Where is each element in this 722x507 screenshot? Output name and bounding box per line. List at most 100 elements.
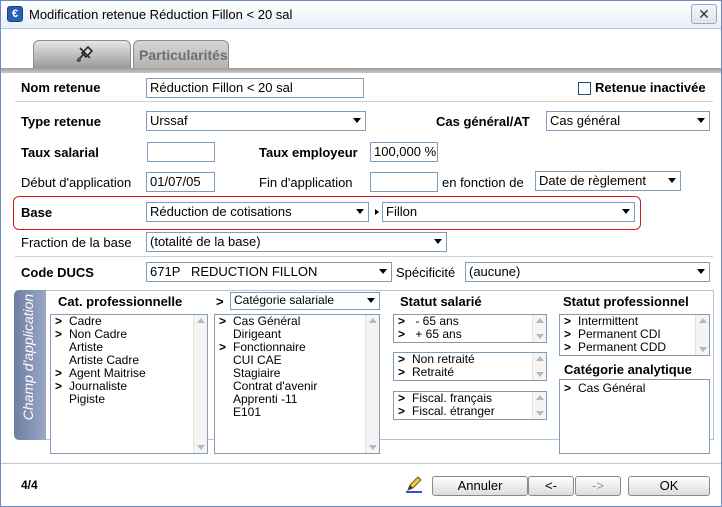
close-button[interactable]: ✕	[691, 4, 717, 24]
annuler-button[interactable]: Annuler	[432, 476, 528, 496]
selected-marker: >	[398, 327, 406, 341]
pencil-icon[interactable]	[404, 474, 424, 494]
base-sub-value: Fillon	[386, 204, 418, 219]
selected-marker: >	[398, 365, 406, 379]
list-item-label: Non Cadre	[69, 327, 128, 341]
tab-particularites[interactable]: Particularités	[133, 40, 229, 68]
scroll-down-icon[interactable]	[536, 411, 544, 416]
statut-fiscal-list[interactable]: > Fiscal. français > Fiscal. étranger	[393, 391, 547, 420]
list-item-label: + 65 ans	[412, 327, 462, 341]
selected-marker: >	[55, 327, 63, 341]
statut-pro-list[interactable]: > Intermittent > Permanent CDI > Permanent …	[559, 314, 710, 356]
statut-salarie-header: Statut salarié	[400, 294, 482, 309]
scroll-up-icon[interactable]	[369, 318, 377, 323]
cat-analytique-list[interactable]: > Cas Général	[559, 379, 710, 454]
fin-application-input[interactable]	[370, 172, 438, 192]
cat-sal-value: Catégorie salariale	[234, 293, 335, 307]
taux-employeur-input[interactable]: 100,000 %	[370, 142, 438, 162]
en-fonction-select[interactable]: Date de règlement	[535, 171, 681, 191]
scrollbar[interactable]	[695, 315, 709, 355]
scrollbar[interactable]	[532, 315, 546, 342]
scrollbar[interactable]	[532, 392, 546, 419]
chevron-down-icon	[379, 269, 387, 274]
specificite-value: (aucune)	[469, 264, 521, 279]
list-item[interactable]: Pigiste	[51, 393, 207, 406]
list-item[interactable]: > Permanent CDD	[560, 341, 709, 354]
fraction-select[interactable]: (totalité de la base)	[146, 232, 447, 252]
previous-button[interactable]: <-	[528, 476, 574, 496]
code-ducs-select[interactable]: 671P REDUCTION FILLON	[146, 262, 392, 282]
scroll-down-icon[interactable]	[197, 445, 205, 450]
separator	[15, 256, 713, 257]
list-item-label: Agent Maitrise	[69, 366, 146, 380]
chevron-down-icon	[697, 269, 705, 274]
retenue-inactivee-checkbox[interactable]	[578, 82, 591, 95]
scroll-down-icon[interactable]	[536, 334, 544, 339]
list-item[interactable]: > Cas Général	[560, 382, 709, 395]
list-item-label: Intermittent	[578, 314, 639, 328]
en-fonction-label: en fonction de	[442, 175, 524, 190]
scroll-up-icon[interactable]	[536, 356, 544, 361]
tab-general[interactable]	[33, 40, 131, 68]
taux-employeur-label: Taux employeur	[259, 145, 358, 160]
scrollbar[interactable]	[193, 315, 207, 453]
selected-marker: >	[219, 314, 227, 328]
list-item[interactable]: E101	[215, 406, 379, 419]
selected-marker: >	[398, 404, 406, 418]
next-button[interactable]: ->	[575, 476, 621, 496]
selected-marker: >	[564, 340, 572, 354]
chevron-right-icon	[375, 209, 379, 215]
specificite-select[interactable]: (aucune)	[465, 262, 710, 282]
statut-retraite-list[interactable]: > Non retraité > Retraité	[393, 352, 547, 381]
list-item-label: Artiste Cadre	[69, 353, 140, 367]
scrollbar[interactable]	[365, 315, 379, 453]
selected-marker: >	[564, 381, 572, 395]
list-item-label: Pigiste	[69, 392, 106, 406]
type-retenue-select[interactable]: Urssaf	[146, 111, 366, 131]
fraction-label: Fraction de la base	[21, 235, 132, 250]
scroll-up-icon[interactable]	[536, 395, 544, 400]
nom-retenue-input[interactable]: Réduction Fillon < 20 sal	[146, 78, 364, 98]
list-item-label: Fiscal. étranger	[412, 404, 495, 418]
cat-analytique-header: Catégorie analytique	[564, 362, 692, 377]
list-item[interactable]: > + 65 ans	[394, 328, 546, 341]
tab-divider	[1, 68, 721, 73]
separator	[15, 101, 713, 102]
cat-sal-list[interactable]: > Cas Général Dirigeant > Fonctionnaire CU…	[214, 314, 380, 454]
fraction-value: (totalité de la base)	[150, 234, 261, 249]
scroll-down-icon[interactable]	[369, 445, 377, 450]
scroll-down-icon[interactable]	[699, 347, 707, 352]
chevron-down-icon	[697, 118, 705, 123]
page-counter: 4/4	[21, 478, 38, 492]
list-item[interactable]: > Retraité	[394, 366, 546, 379]
cas-general-label: Cas général/AT	[436, 114, 530, 129]
base-value: Réduction de cotisations	[150, 204, 292, 219]
scroll-down-icon[interactable]	[536, 372, 544, 377]
list-item-label: Non retraité	[412, 352, 475, 366]
type-retenue-value: Urssaf	[150, 113, 188, 128]
cat-pro-list[interactable]: > Cadre > Non Cadre Artiste Artiste Cadre …	[50, 314, 208, 454]
scroll-up-icon[interactable]	[536, 318, 544, 323]
selected-marker: >	[55, 379, 63, 393]
chevron-down-icon	[622, 209, 630, 214]
list-item-label: Journaliste	[69, 379, 128, 393]
cat-sal-select[interactable]: Catégorie salariale	[230, 292, 380, 310]
list-item-label: Permanent CDI	[578, 327, 661, 341]
list-item[interactable]: > Fiscal. étranger	[394, 405, 546, 418]
chevron-down-icon	[434, 239, 442, 244]
cas-general-select[interactable]: Cas général	[546, 111, 710, 131]
debut-application-input[interactable]: 01/07/05	[146, 172, 215, 192]
chevron-down-icon	[353, 118, 361, 123]
list-item-label: Cadre	[69, 314, 102, 328]
list-item-label: CUI CAE	[233, 353, 282, 367]
base-sub-select[interactable]: Fillon	[382, 202, 635, 222]
title-bar: € Modification retenue Réduction Fillon …	[1, 1, 721, 29]
scroll-up-icon[interactable]	[197, 318, 205, 323]
dialog-window: € Modification retenue Réduction Fillon …	[0, 0, 722, 507]
scroll-up-icon[interactable]	[699, 318, 707, 323]
statut-age-list[interactable]: > - 65 ans > + 65 ans	[393, 314, 547, 343]
taux-salarial-input[interactable]	[147, 142, 215, 162]
scrollbar[interactable]	[532, 353, 546, 380]
ok-button[interactable]: OK	[628, 476, 710, 496]
base-select[interactable]: Réduction de cotisations	[146, 202, 369, 222]
